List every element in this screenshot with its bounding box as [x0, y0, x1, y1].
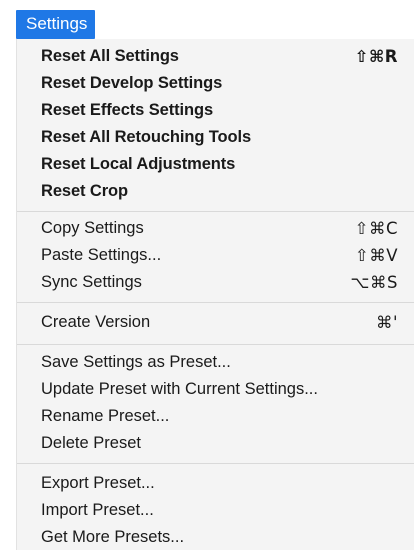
keyboard-shortcut: ⇧⌘V [354, 246, 398, 265]
settings-menu-title[interactable]: Settings [16, 10, 96, 39]
menu-item-label: Reset All Retouching Tools [41, 128, 252, 146]
copy-paste-group: Copy Settings ⇧⌘C Paste Settings... ⇧⌘V … [17, 215, 414, 296]
menu-item-label: Copy Settings [41, 219, 144, 237]
keyboard-shortcut: ⌘' [375, 313, 398, 332]
menu-separator [17, 302, 414, 303]
menu-item-label: Rename Preset... [41, 407, 170, 425]
menu-item-label: Reset Develop Settings [41, 74, 223, 92]
menu-item-export-preset[interactable]: Export Preset... [17, 470, 414, 497]
menu-item-reset-effects-settings[interactable]: Reset Effects Settings [17, 97, 414, 124]
settings-dropdown-menu: Reset All Settings ⇧⌘R Reset Develop Set… [16, 39, 414, 550]
menu-item-label: Reset Local Adjustments [41, 155, 236, 173]
menu-item-reset-crop[interactable]: Reset Crop [17, 178, 414, 205]
menu-separator [17, 344, 414, 345]
menu-item-label: Reset Effects Settings [41, 101, 214, 119]
menu-item-label: Import Preset... [41, 501, 154, 519]
menu-item-sync-settings[interactable]: Sync Settings ⌥⌘S [17, 269, 414, 296]
menu-item-save-settings-as-preset[interactable]: Save Settings as Preset... [17, 349, 414, 376]
menu-item-label: Update Preset with Current Settings... [41, 380, 318, 398]
menu-separator [17, 211, 414, 212]
menu-item-label: Save Settings as Preset... [41, 353, 231, 371]
menu-item-import-preset[interactable]: Import Preset... [17, 497, 414, 524]
menu-item-rename-preset[interactable]: Rename Preset... [17, 403, 414, 430]
preset-group: Save Settings as Preset... Update Preset… [17, 349, 414, 457]
menu-item-reset-develop-settings[interactable]: Reset Develop Settings [17, 70, 414, 97]
menu-item-label: Sync Settings [41, 273, 142, 291]
menu-separator [17, 463, 414, 464]
menu-item-get-more-presets[interactable]: Get More Presets... [17, 524, 414, 550]
menu-item-label: Reset Crop [41, 182, 129, 200]
menu-item-label: Delete Preset [41, 434, 141, 452]
menu-item-label: Create Version [41, 313, 151, 331]
menu-item-label: Export Preset... [41, 474, 155, 492]
reset-group: Reset All Settings ⇧⌘R Reset Develop Set… [17, 43, 414, 205]
menu-item-update-preset[interactable]: Update Preset with Current Settings... [17, 376, 414, 403]
menu-item-delete-preset[interactable]: Delete Preset [17, 430, 414, 457]
menu-item-label: Get More Presets... [41, 528, 185, 546]
version-group: Create Version ⌘' [17, 309, 414, 336]
menu-bar: Settings [0, 0, 414, 40]
keyboard-shortcut: ⇧⌘R [354, 47, 398, 66]
import-export-group: Export Preset... Import Preset... Get Mo… [17, 470, 414, 550]
keyboard-shortcut: ⇧⌘C [354, 219, 398, 238]
menu-item-create-version[interactable]: Create Version ⌘' [17, 309, 414, 336]
menu-item-paste-settings[interactable]: Paste Settings... ⇧⌘V [17, 242, 414, 269]
menu-item-copy-settings[interactable]: Copy Settings ⇧⌘C [17, 215, 414, 242]
menu-item-reset-local-adjustments[interactable]: Reset Local Adjustments [17, 151, 414, 178]
menu-item-reset-all-settings[interactable]: Reset All Settings ⇧⌘R [17, 43, 414, 70]
menu-item-label: Reset All Settings [41, 47, 179, 65]
menu-item-reset-all-retouching-tools[interactable]: Reset All Retouching Tools [17, 124, 414, 151]
menu-item-label: Paste Settings... [41, 246, 162, 264]
keyboard-shortcut: ⌥⌘S [350, 273, 398, 292]
